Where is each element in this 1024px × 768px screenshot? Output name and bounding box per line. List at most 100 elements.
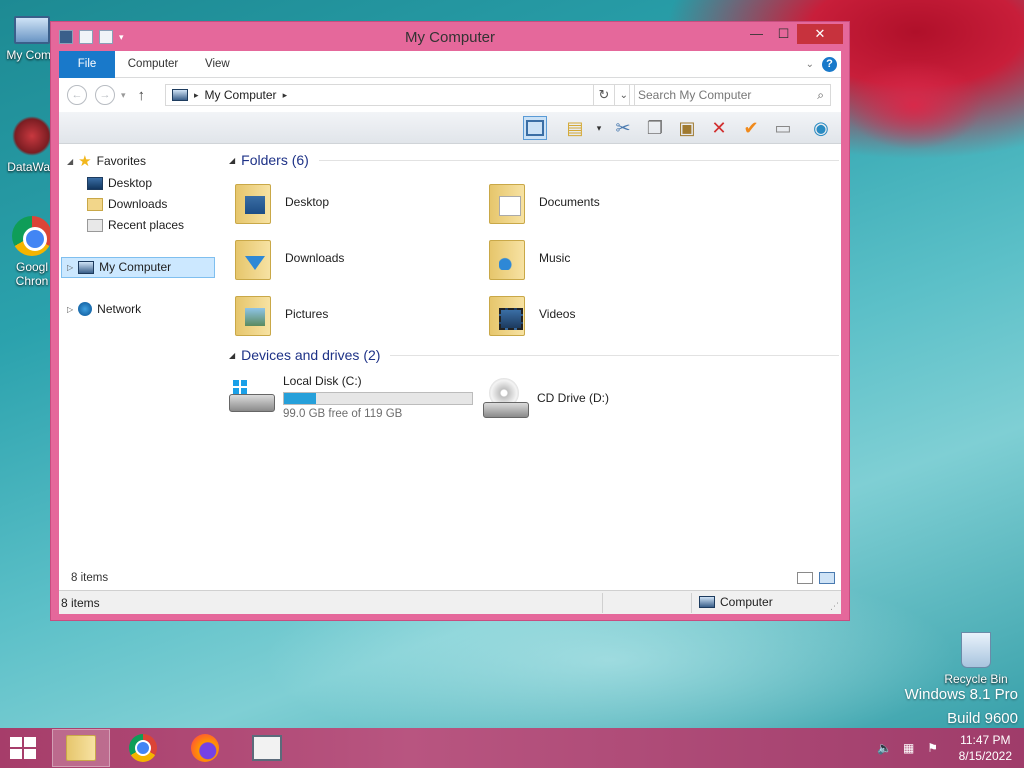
drive-local-disk-c[interactable]: Local Disk (C:) 99.0 GB free of 119 GB	[229, 374, 473, 420]
command-toolbar: ▤ ▾ ✂ ❐ ▣ ✕ ✔ ▭ ◉	[59, 112, 841, 144]
paste-icon[interactable]: ▣	[675, 116, 699, 140]
resize-grip-icon[interactable]: ⋰	[830, 601, 839, 612]
collapse-chevron-icon[interactable]: ◢	[229, 351, 235, 360]
file-list: ◢ Folders (6) Desktop Documents Download…	[225, 144, 841, 590]
volume-muted-icon[interactable]: 🔈	[877, 741, 893, 755]
help-icon[interactable]: ?	[822, 56, 837, 72]
maximize-button[interactable]: ☐	[770, 24, 797, 44]
desktop-icon-recycle-bin[interactable]: Recycle Bin	[940, 632, 1012, 686]
group-title: Devices and drives (2)	[241, 347, 381, 363]
folder-label: Downloads	[285, 251, 345, 265]
folder-documents[interactable]: Documents	[487, 176, 737, 228]
clock-time: 11:47 PM	[960, 733, 1011, 747]
desktop-icon-label: Recycle Bin	[944, 672, 1008, 686]
nav-item-network[interactable]: ▷ Network	[67, 302, 141, 316]
nav-item-recent-places[interactable]: Recent places	[87, 218, 184, 232]
collapse-chevron-icon[interactable]: ◢	[67, 157, 73, 166]
search-input[interactable]: Search My Computer ⌕	[629, 84, 831, 106]
folder-options-chevron-icon[interactable]: ▾	[587, 116, 611, 140]
tab-computer[interactable]: Computer	[115, 51, 191, 78]
action-center-flag-icon[interactable]: ⚑	[925, 741, 941, 755]
minimize-button[interactable]: —	[743, 24, 770, 44]
nav-label: My Computer	[99, 260, 172, 274]
status-divider	[691, 593, 692, 613]
os-watermark-build: Build 9600	[947, 710, 1018, 727]
copy-icon[interactable]: ❐	[643, 116, 667, 140]
drive-label: Local Disk (C:)	[283, 374, 362, 388]
address-bar-row: ← → ▾ ↑ ▸ My Computer ▸ ⌄ ↻ Search My Co…	[59, 78, 841, 112]
file-explorer-icon	[66, 735, 96, 761]
up-button[interactable]: ↑	[138, 87, 146, 104]
taskbar-chrome[interactable]	[114, 729, 172, 767]
nav-item-my-computer[interactable]: ▷ My Computer	[67, 260, 171, 274]
breadcrumb-separator-icon[interactable]: ▸	[194, 90, 199, 101]
forward-button[interactable]: →	[95, 85, 115, 105]
cut-icon[interactable]: ✂	[611, 116, 635, 140]
network-icon	[78, 302, 93, 316]
network-status-icon[interactable]: ▦	[901, 741, 917, 755]
folder-options-icon[interactable]: ▤	[563, 116, 587, 140]
properties-card-icon[interactable]: ▭	[771, 116, 795, 140]
breadcrumb-my-computer[interactable]: My Computer	[205, 88, 277, 102]
taskbar-app[interactable]	[238, 729, 296, 767]
window-title: My Computer	[404, 29, 496, 46]
expand-chevron-icon[interactable]: ▷	[67, 263, 73, 272]
nav-item-downloads[interactable]: Downloads	[87, 197, 167, 211]
search-icon[interactable]: ⌕	[817, 88, 824, 103]
refresh-button[interactable]: ↻	[593, 84, 615, 106]
address-dropdown-chevron-icon[interactable]: ⌄	[620, 90, 628, 101]
nav-item-favorites[interactable]: ◢ ★ Favorites	[67, 154, 146, 169]
search-placeholder: Search My Computer	[638, 88, 752, 102]
status-item-count: 8 items	[61, 596, 100, 610]
folder-label: Documents	[539, 195, 600, 209]
drive-free-space: 99.0 GB free of 119 GB	[283, 408, 403, 420]
expand-chevron-icon[interactable]: ▷	[67, 305, 73, 314]
folder-music[interactable]: Music	[487, 232, 737, 284]
music-folder-icon	[487, 236, 527, 280]
hard-drive-icon	[229, 380, 275, 412]
explorer-window: ▾ My Computer — ☐ ✕ File Computer View ⌄…	[50, 21, 850, 621]
clock[interactable]: 11:47 PM 8/15/2022	[959, 732, 1012, 764]
tab-view[interactable]: View	[191, 51, 244, 78]
group-header-devices[interactable]: ◢ Devices and drives (2)	[229, 347, 839, 363]
folder-videos[interactable]: Videos	[487, 288, 737, 340]
wallpaper-flower-petal	[844, 60, 984, 150]
taskbar-file-explorer[interactable]	[52, 729, 110, 767]
breadcrumb-separator-icon[interactable]: ▸	[283, 90, 288, 101]
app-window-icon	[252, 735, 282, 761]
shell-globe-icon[interactable]: ◉	[809, 116, 833, 140]
folder-label: Music	[539, 251, 571, 265]
clock-date: 8/15/2022	[958, 749, 1012, 763]
folder-desktop[interactable]: Desktop	[233, 176, 483, 228]
status-zone: Computer	[699, 595, 773, 609]
datawag-icon	[12, 116, 52, 156]
group-header-folders[interactable]: ◢ Folders (6)	[229, 152, 839, 168]
back-button[interactable]: ←	[67, 85, 87, 105]
nav-label: Recent places	[108, 218, 185, 232]
details-view-icon[interactable]	[797, 572, 813, 584]
collapse-chevron-icon[interactable]: ◢	[229, 156, 235, 165]
downloads-folder-icon	[233, 236, 273, 280]
expand-ribbon-chevron-icon[interactable]: ⌄	[806, 59, 814, 70]
close-button[interactable]: ✕	[797, 24, 843, 44]
taskbar: 🔈 ▦ ⚑ 11:47 PM 8/15/2022	[0, 728, 1024, 768]
drive-cd-d[interactable]: CD Drive (D:)	[483, 378, 609, 418]
nav-label: Desktop	[108, 176, 153, 190]
documents-folder-icon	[487, 180, 527, 224]
address-field[interactable]: ▸ My Computer ▸ ⌄	[165, 84, 635, 106]
delete-icon[interactable]: ✕	[707, 116, 731, 140]
preview-pane-icon[interactable]	[523, 116, 547, 140]
drive-usage-fill	[284, 393, 316, 404]
os-watermark-edition: Windows 8.1 Pro	[904, 686, 1018, 703]
title-bar[interactable]: ▾ My Computer — ☐ ✕	[51, 22, 849, 51]
folder-pictures[interactable]: Pictures	[233, 288, 483, 340]
recent-locations-chevron-icon[interactable]: ▾	[121, 90, 126, 101]
folder-downloads[interactable]: Downloads	[233, 232, 483, 284]
large-icons-view-icon[interactable]	[819, 572, 835, 584]
tab-file[interactable]: File	[59, 50, 115, 78]
nav-item-desktop[interactable]: Desktop	[87, 176, 152, 190]
windows-logo-icon	[10, 737, 22, 747]
taskbar-firefox[interactable]	[176, 729, 234, 767]
rename-check-icon[interactable]: ✔	[739, 116, 763, 140]
start-button[interactable]	[10, 737, 38, 759]
